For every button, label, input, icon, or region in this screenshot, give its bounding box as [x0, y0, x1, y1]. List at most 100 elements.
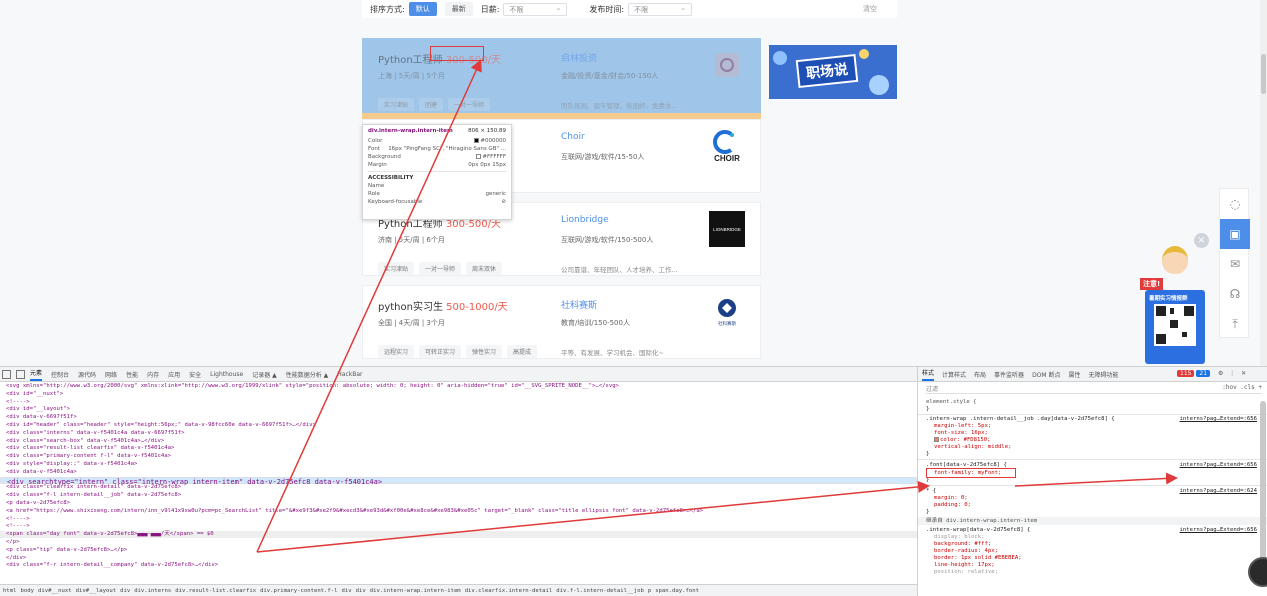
tab-security[interactable]: 安全 [189, 370, 201, 379]
dom-node-line[interactable]: <div id="__nuxt"> [0, 391, 63, 398]
company-logo[interactable]: 社科赛斯 [709, 294, 745, 330]
filter-tools[interactable]: :hov .cls + [1222, 384, 1262, 391]
company-logo[interactable]: CHOIR [709, 128, 745, 164]
dom-node-line[interactable]: <div searchtype="intern" class="intern-w… [0, 476, 917, 485]
breadcrumb-item[interactable]: div [120, 588, 130, 594]
day-select[interactable]: 不限 ⌄ [503, 2, 568, 16]
style-prop[interactable]: vertical-align: middle; [934, 444, 1011, 451]
message-button[interactable]: ✉ [1220, 249, 1250, 279]
ad-banner[interactable]: 职场说 [769, 45, 897, 99]
dom-node-line[interactable]: <div class="search-box" data-v-f5401c4a>… [0, 438, 164, 445]
job-title[interactable]: python实习生 [378, 302, 443, 313]
gear-icon[interactable]: ⚙ [1218, 370, 1223, 377]
tab-layout[interactable]: 布局 [974, 370, 986, 379]
job-card-4[interactable]: python实习生 500-1000/天 全国 | 4天/周 | 3个月 社科赛… [362, 285, 761, 359]
color-swatch[interactable] [934, 437, 939, 442]
style-prop[interactable]: display: block; [934, 534, 985, 541]
breadcrumb-item[interactable]: div#__layout [76, 588, 116, 594]
company-logo[interactable]: LIONBRIDGE [709, 211, 745, 247]
company-logo[interactable] [709, 47, 745, 83]
tab-console[interactable]: 控制台 [51, 370, 69, 379]
breadcrumb-item[interactable]: body [20, 588, 33, 594]
company-name[interactable]: 启林投资 [561, 51, 597, 64]
breadcrumb-item[interactable]: div.result-list.clearfix [175, 588, 256, 594]
tab-computed[interactable]: 计算样式 [942, 370, 966, 379]
job-title[interactable]: Python工程师 [378, 219, 443, 230]
dom-node-line[interactable]: <div style="display:;" data-v-f5401c4a> [0, 461, 137, 468]
back-to-top-button[interactable]: ⤒ [1220, 309, 1250, 339]
style-prop[interactable]: line-height: 17px; [934, 562, 995, 569]
dom-node-line[interactable]: <div class="f-r intern-detail__company" … [0, 562, 218, 569]
issue-count[interactable]: 21 [1196, 370, 1211, 377]
breadcrumb-item[interactable]: html [3, 588, 16, 594]
style-prop[interactable]: margin: 0; [934, 495, 968, 502]
support-button[interactable]: ☊ [1220, 279, 1250, 309]
tab-hackbar[interactable]: HackBar [337, 371, 362, 378]
tab-event-listeners[interactable]: 事件监听器 [994, 370, 1024, 379]
style-prop[interactable]: margin-left: 5px; [934, 423, 991, 430]
breadcrumb-item[interactable]: span.day.font [655, 588, 699, 594]
dom-node-line[interactable]: </p> [0, 539, 19, 546]
tab-lighthouse[interactable]: Lighthouse [210, 371, 243, 378]
dom-node-line[interactable]: <p data-v-2d75efc8> [0, 500, 70, 507]
wechat-group-promo[interactable]: 注意! 暑期实习情报群 [1140, 246, 1208, 364]
tab-properties[interactable]: 属性 [1069, 370, 1081, 379]
tab-performance-insights[interactable]: 性能数据分析 ▲ [286, 370, 329, 379]
dom-node-line[interactable]: <!----> [0, 523, 30, 530]
close-icon[interactable]: ✕ [1241, 370, 1246, 377]
company-name[interactable]: 社科赛斯 [561, 298, 597, 311]
tab-elements[interactable]: 元素 [30, 368, 43, 381]
style-prop[interactable]: background: #fff; [934, 541, 991, 548]
styles-scrollbar[interactable] [1260, 401, 1266, 571]
elements-tree[interactable]: <svg xmlns="http://www.w3.org/2000/svg" … [0, 382, 917, 584]
sort-default-button[interactable]: 默认 [408, 2, 437, 16]
rule-source-link[interactable]: interns?pag…Extend=:656 [1180, 462, 1257, 468]
tab-application[interactable]: 应用 [168, 370, 180, 379]
dom-node-line[interactable]: <div class="primary-content f-l" data-v-… [0, 453, 171, 460]
breadcrumb-item[interactable]: div [356, 588, 366, 594]
dom-node-line[interactable]: <div class="f-l intern-detail__job" data… [0, 492, 181, 499]
more-icon[interactable]: ⋮ [1229, 370, 1235, 377]
tab-network[interactable]: 网络 [105, 370, 117, 379]
dom-node-line[interactable]: <div id="header" class="header" style="h… [0, 422, 316, 429]
tab-sources[interactable]: 源代码 [78, 370, 96, 379]
device-toolbar-icon[interactable] [16, 369, 25, 379]
breadcrumb-item[interactable]: div.clearfix.intern-detail [465, 588, 553, 594]
breadcrumb-item[interactable]: p [648, 588, 651, 594]
dom-node-line[interactable]: <svg xmlns="http://www.w3.org/2000/svg" … [0, 383, 619, 390]
dom-node-line[interactable]: <a href="https://www.shixiseng.com/inter… [0, 508, 703, 515]
tab-dom-breakpoints[interactable]: DOM 断点 [1032, 370, 1060, 379]
dom-node-line[interactable]: <div data-v-6697f51f> [0, 414, 77, 421]
style-prop[interactable]: border-radius: 4px; [934, 548, 998, 555]
dom-node-line[interactable]: <!----> [0, 516, 30, 523]
tab-accessibility[interactable]: 无障碍功能 [1089, 370, 1119, 379]
style-prop[interactable]: position: relative; [934, 569, 998, 576]
breadcrumb-item[interactable]: div#__nuxt [38, 588, 72, 594]
feedback-button[interactable]: ◌ [1220, 189, 1250, 219]
tab-performance[interactable]: 性能 [126, 370, 138, 379]
company-name[interactable]: Lionbridge [561, 215, 609, 225]
company-name[interactable]: Choir [561, 132, 585, 142]
tab-recorder[interactable]: 记录器 ▲ [252, 370, 277, 379]
rule-source-link[interactable]: interns?pag…Extend=:656 [1180, 416, 1257, 422]
job-card-1[interactable]: Python工程师 300-500/天 上海 | 5天/周 | 5个月 启林投资… [362, 38, 761, 113]
breadcrumb-item[interactable]: div.intern-wrap.intern-item [370, 588, 461, 594]
resume-button[interactable]: ▣ [1220, 219, 1250, 249]
dom-node-line[interactable]: <div id="__layout"> [0, 406, 70, 413]
page-scroll-thumb[interactable] [1261, 54, 1266, 94]
rule-source-link[interactable]: interns?pag…Extend=:624 [1180, 488, 1257, 494]
style-prop[interactable]: color: #FD8150; [934, 437, 991, 444]
breadcrumb-item[interactable]: div.primary-content.f-l [260, 588, 337, 594]
breadcrumb-item[interactable]: div.interns [134, 588, 171, 594]
dom-node-line[interactable]: <div data-v-f5401c4a> [0, 469, 77, 476]
sort-latest-button[interactable]: 最新 [444, 2, 473, 16]
inspect-icon[interactable] [2, 369, 11, 379]
dom-node-line[interactable]: <span class="day font" data-v-2d75efc8>▄… [0, 531, 917, 539]
style-prop[interactable]: padding: 0; [934, 502, 971, 509]
rule-source-link[interactable]: interns?pag…Extend=:656 [1180, 527, 1257, 533]
clear-button[interactable]: 清空 [863, 4, 877, 14]
breadcrumb-item[interactable]: div [342, 588, 352, 594]
breadcrumb-item[interactable]: div.f-l.intern-detail__job [556, 588, 644, 594]
dom-node-line[interactable]: <div class="interns" data-v-f5401c4a dat… [0, 430, 185, 437]
error-count[interactable]: 115 [1177, 370, 1195, 377]
